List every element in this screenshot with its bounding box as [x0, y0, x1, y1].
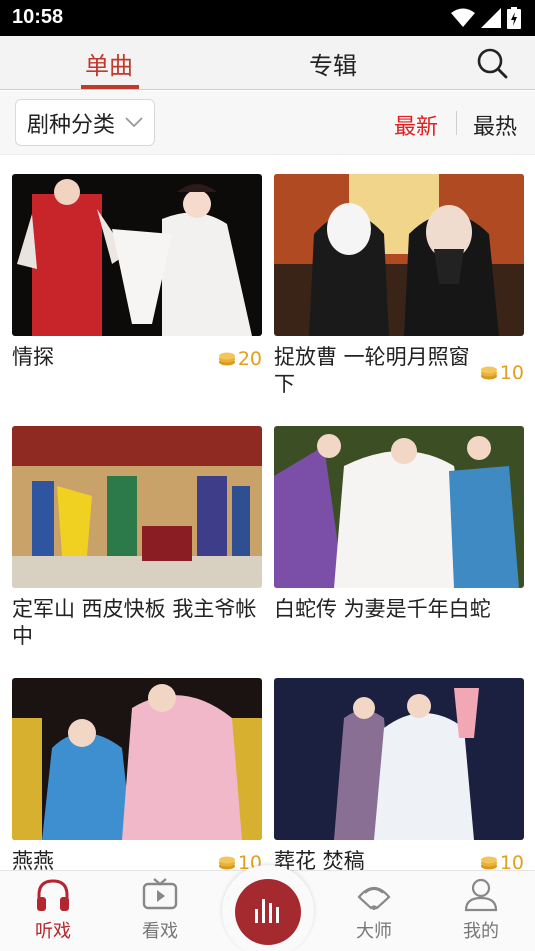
track-card[interactable]: 情探 20	[12, 174, 262, 370]
track-title: 葬花 焚稿	[274, 849, 365, 870]
track-card[interactable]: 白蛇传 为妻是千年白蛇	[274, 426, 524, 621]
nav-label-mine: 我的	[463, 921, 499, 942]
coin-icon	[218, 856, 235, 870]
price-tag: 10	[480, 362, 524, 384]
nav-mine[interactable]: 我的	[446, 877, 516, 943]
tab-album[interactable]: 专辑	[309, 46, 357, 81]
status-time: 10:58	[12, 6, 64, 28]
coin-icon	[480, 856, 497, 870]
track-title: 定军山 西皮快板 我主爷帐中	[12, 597, 257, 648]
nav-label-listen: 听戏	[35, 921, 71, 942]
nav-listen[interactable]: 听戏	[18, 877, 88, 943]
equalizer-icon	[255, 899, 279, 923]
active-tab-indicator	[81, 85, 139, 89]
search-icon[interactable]	[475, 46, 509, 80]
battery-icon	[507, 7, 521, 29]
coin-icon	[480, 366, 497, 380]
player-button[interactable]	[222, 865, 314, 951]
user-icon	[464, 878, 498, 912]
track-card[interactable]: 燕燕 10	[12, 678, 262, 870]
top-tab-bar: 单曲 专辑	[0, 36, 535, 90]
nav-label-watch: 看戏	[142, 921, 178, 942]
category-label: 剧种分类	[27, 112, 116, 138]
track-thumbnail[interactable]	[12, 174, 262, 336]
track-card[interactable]: 捉放曹 一轮明月照窗下 10	[274, 174, 524, 396]
track-thumbnail[interactable]	[274, 678, 524, 840]
track-title: 燕燕	[12, 849, 54, 870]
track-thumbnail[interactable]	[274, 174, 524, 336]
price-tag: 10	[480, 852, 524, 870]
tv-icon	[142, 878, 178, 910]
price-value: 20	[237, 348, 262, 370]
wifi-icon	[451, 8, 475, 27]
track-thumbnail[interactable]	[12, 678, 262, 840]
price-value: 10	[499, 852, 524, 870]
chevron-down-icon	[125, 117, 143, 128]
category-dropdown[interactable]: 剧种分类	[15, 99, 155, 146]
track-title: 白蛇传 为妻是千年白蛇	[274, 597, 491, 621]
status-bar: 10:58	[0, 0, 535, 36]
filter-bar: 剧种分类 最新 最热	[0, 91, 535, 155]
fan-icon	[357, 886, 391, 910]
track-thumbnail[interactable]	[12, 426, 262, 588]
track-title: 情探	[12, 345, 54, 369]
bottom-nav: 听戏 看戏 大师 我的	[0, 865, 535, 951]
track-title: 捉放曹 一轮明月照窗下	[274, 345, 470, 396]
track-card[interactable]: 葬花 焚稿 10	[274, 678, 524, 870]
status-icons	[451, 7, 521, 29]
track-card[interactable]: 定军山 西皮快板 我主爷帐中	[12, 426, 262, 648]
coin-icon	[218, 352, 235, 366]
price-value: 10	[499, 362, 524, 384]
sort-latest-button[interactable]: 最新	[394, 109, 438, 141]
nav-watch[interactable]: 看戏	[125, 877, 195, 943]
track-thumbnail[interactable]	[274, 426, 524, 588]
signal-icon	[481, 8, 501, 28]
nav-masters[interactable]: 大师	[339, 877, 409, 943]
nav-label-masters: 大师	[356, 921, 392, 942]
player-button-disc	[235, 879, 301, 945]
price-tag: 20	[218, 348, 262, 370]
headphones-icon	[37, 879, 69, 911]
tab-single[interactable]: 单曲	[85, 46, 133, 81]
track-grid: 情探 20 捉放曹 一轮明月照窗下 10 定军山 西皮快板 我主爷帐中 白蛇传 …	[0, 155, 535, 870]
sort-divider	[456, 111, 457, 135]
sort-hot-button[interactable]: 最热	[473, 109, 517, 141]
